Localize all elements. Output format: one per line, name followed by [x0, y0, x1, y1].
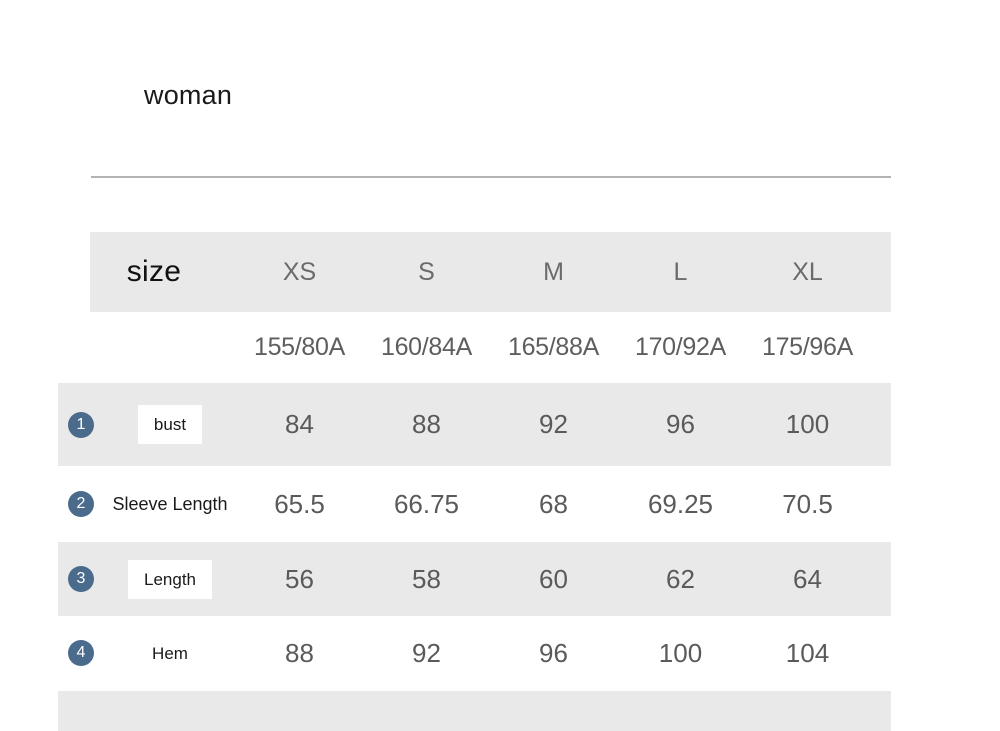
size-code-row: 155/80A 160/84A 165/88A 170/92A 175/96A	[58, 312, 891, 382]
cell-hem-xs: 88	[285, 637, 314, 668]
badge-number-icon: 1	[68, 411, 94, 438]
table-row: 4 Hem 88 92 96 100 104	[58, 616, 891, 690]
column-header-l: L	[673, 257, 688, 286]
size-chart-page: woman size XS S M L XL 155/80A 160/84A 1…	[0, 0, 1000, 731]
size-code-s: 160/84A	[380, 332, 473, 361]
cell-bust-xs: 84	[285, 409, 314, 439]
cell-bust-m: 92	[539, 409, 568, 439]
row-band-5-partial	[58, 691, 891, 731]
cell-length-m: 60	[539, 563, 568, 594]
cell-sleeve-xs: 65.5	[274, 488, 325, 519]
cell-sleeve-xl: 70.5	[782, 488, 833, 519]
size-code-xs: 155/80A	[253, 332, 346, 361]
size-header-label: size	[126, 255, 182, 288]
row-label-hem: Hem	[152, 643, 188, 663]
column-header-s: S	[418, 257, 435, 286]
cell-sleeve-m: 68	[539, 488, 568, 519]
badge-number-icon: 3	[68, 566, 94, 592]
cell-hem-xl: 104	[785, 637, 830, 668]
title-divider	[91, 176, 891, 178]
size-code-m: 165/88A	[507, 332, 600, 361]
page-title: woman	[144, 80, 233, 110]
column-header-m: M	[543, 257, 564, 286]
table-row: 2 Sleeve Length 65.5 66.75 68 69.25 70.5	[58, 466, 891, 542]
badge-number-icon: 2	[68, 491, 94, 517]
row-label-bust: bust	[104, 405, 236, 444]
cell-hem-s: 92	[412, 637, 441, 668]
row-badge-2: 2	[58, 491, 104, 517]
row-label-sleeve-length: Sleeve Length	[112, 494, 228, 514]
cell-sleeve-s: 66.75	[393, 488, 460, 519]
column-header-xs: XS	[282, 257, 317, 286]
cell-length-s: 58	[412, 563, 441, 594]
cell-length-l: 62	[666, 563, 695, 594]
cell-bust-xl: 100	[785, 409, 830, 439]
cell-length-xs: 56	[285, 563, 314, 594]
table-row: 3 Length 56 58 60 62 64	[58, 542, 891, 616]
table-row: 1 bust 84 88 92 96 100	[58, 383, 891, 466]
cell-sleeve-l: 69.25	[647, 488, 714, 519]
row-badge-4: 4	[58, 640, 104, 666]
table-header-row: size XS S M L XL	[58, 232, 891, 312]
column-header-xl: XL	[792, 257, 823, 286]
cell-bust-l: 96	[666, 409, 695, 439]
size-code-l: 170/92A	[634, 332, 727, 361]
size-code-xl: 175/96A	[761, 332, 854, 361]
row-badge-1: 1	[58, 411, 104, 438]
cell-hem-l: 100	[658, 637, 703, 668]
row-badge-3: 3	[58, 566, 104, 592]
cell-bust-s: 88	[412, 409, 441, 439]
row-label-length: Length	[104, 559, 236, 599]
badge-number-icon: 4	[68, 640, 94, 666]
cell-hem-m: 96	[539, 637, 568, 668]
cell-length-xl: 64	[793, 563, 822, 594]
